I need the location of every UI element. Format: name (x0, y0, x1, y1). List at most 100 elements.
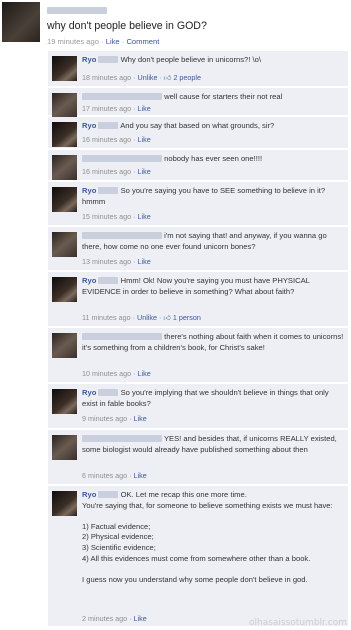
like-link[interactable]: Like (106, 37, 120, 46)
author-link[interactable]: Ryo (82, 276, 96, 285)
like-link[interactable]: Like (134, 614, 147, 623)
post-text: why don't people believe in GOD? (47, 20, 207, 32)
name-redacted (82, 232, 162, 239)
unlike-link[interactable]: Unlike (138, 73, 158, 82)
like-link[interactable]: Like (134, 414, 147, 423)
comment: Ryo OK. Let me recap this one more time.… (48, 486, 348, 627)
comment-text: So you're implying that we shouldn't bel… (82, 388, 329, 408)
avatar[interactable] (52, 491, 77, 516)
avatar[interactable] (52, 277, 77, 302)
comment-meta: 16 minutes ago · Like (82, 167, 151, 176)
name-redacted (98, 277, 119, 284)
avatar[interactable] (52, 389, 77, 414)
separator: · (121, 37, 125, 46)
avatar[interactable] (52, 435, 77, 460)
comment-meta: 11 minutes ago · Unlike · 👍︎ 1 person (82, 313, 201, 322)
name-redacted (98, 491, 119, 498)
comment-time[interactable]: 9 minutes ago (82, 414, 127, 423)
comment-text: nobody has ever seen one!!!! (164, 154, 263, 163)
like-link[interactable]: Like (134, 471, 147, 480)
comment-text: And you say that based on what grounds, … (120, 121, 275, 130)
like-link[interactable]: Like (138, 167, 151, 176)
comment: Ryo Hmm! Ok! Now you're saying you must … (48, 272, 348, 327)
unlike-link[interactable]: Unlike (137, 313, 157, 322)
name-redacted (82, 435, 162, 442)
avatar[interactable] (52, 56, 77, 81)
comment-meta: 10 minutes ago · Like (82, 369, 151, 378)
comment: well cause for starters their not real 1… (48, 88, 348, 118)
name-redacted (98, 187, 119, 194)
comment-body: well cause for starters their not real (82, 92, 344, 103)
comment-meta: 6 minutes ago · Like (82, 471, 147, 480)
comment-time[interactable]: 13 minutes ago (82, 257, 131, 266)
comment-time[interactable]: 10 minutes ago (82, 369, 131, 378)
comment-body: Ryo And you say that based on what groun… (82, 121, 344, 132)
likes-count[interactable]: 1 person (173, 313, 201, 322)
comment-body: there's nothing about faith when it come… (82, 332, 344, 353)
comment-time[interactable]: 16 minutes ago (82, 167, 131, 176)
comment-text: OK. Let me recap this one more time. (120, 490, 247, 499)
comment-body: Ryo OK. Let me recap this one more time.… (82, 490, 344, 585)
avatar[interactable] (52, 155, 77, 180)
comment: Ryo So you're implying that we shouldn't… (48, 384, 348, 429)
author-link[interactable]: Ryo (82, 388, 96, 397)
comment: i'm not saying that! and anyway, if you … (48, 227, 348, 271)
comment-body: nobody has ever seen one!!!! (82, 154, 344, 165)
author-link[interactable]: Ryo (82, 121, 96, 130)
comment-meta: 18 minutes ago · Unlike · 👍︎ 2 people (82, 73, 202, 82)
name-redacted (82, 333, 162, 340)
comment-meta: 16 minutes ago · Like (82, 135, 151, 144)
comment-text: well cause for starters their not real (164, 92, 283, 101)
avatar[interactable] (52, 232, 77, 257)
like-link[interactable]: Like (138, 135, 151, 144)
avatar[interactable] (52, 333, 77, 358)
comment-body: YES! and besides that, if unicorns REALL… (82, 434, 344, 455)
comment-time[interactable]: 17 minutes ago (82, 104, 131, 113)
like-link[interactable]: Like (138, 369, 151, 378)
comment-body: Ryo So you're implying that we shouldn't… (82, 388, 344, 409)
comment-body: Ryo Why don't people believe in unicorns… (82, 55, 344, 66)
comment: Ryo So you're saying you have to SEE som… (48, 182, 348, 226)
comment-time[interactable]: 2 minutes ago (82, 614, 127, 623)
like-link[interactable]: Like (138, 257, 151, 266)
thumbs-up-icon: 👍︎ (163, 73, 172, 82)
name-redacted (98, 122, 119, 129)
comment: Ryo Why don't people believe in unicorns… (48, 51, 348, 87)
author-link[interactable]: Ryo (82, 490, 96, 499)
comment-line: 1) Factual evidence; (82, 521, 151, 531)
post-time[interactable]: 19 minutes ago (47, 37, 99, 46)
comment-time[interactable]: 6 minutes ago (82, 471, 127, 480)
likes-count[interactable]: 2 people (173, 73, 201, 82)
comment: YES! and besides that, if unicorns REALL… (48, 430, 348, 485)
comment-time[interactable]: 18 minutes ago (82, 73, 131, 82)
author-link[interactable]: Ryo (82, 186, 96, 195)
comment-meta: 9 minutes ago · Like (82, 414, 147, 423)
comment-meta: 2 minutes ago · Like (82, 614, 147, 623)
comment-time[interactable]: 11 minutes ago (82, 313, 131, 322)
comment-line: 2) Physical evidence; (82, 532, 154, 542)
comment-time[interactable]: 16 minutes ago (82, 135, 131, 144)
comment: nobody has ever seen one!!!! 16 minutes … (48, 150, 348, 181)
avatar[interactable] (52, 122, 77, 147)
comment-text: So you're saying you have to SEE somethi… (82, 186, 326, 206)
poster-avatar[interactable] (2, 2, 40, 42)
comment: Ryo And you say that based on what groun… (48, 117, 348, 149)
comment-text: Why don't people believe in unicorns?! \… (120, 55, 261, 64)
comment-body: Ryo So you're saying you have to SEE som… (82, 186, 344, 207)
poster-name-redacted (47, 7, 107, 14)
post-meta: 19 minutes ago · Like · Comment (47, 37, 159, 46)
name-redacted (98, 56, 119, 63)
comment-time[interactable]: 15 minutes ago (82, 212, 131, 221)
comment-body: i'm not saying that! and anyway, if you … (82, 231, 344, 252)
comment-body: Ryo Hmm! Ok! Now you're saying you must … (82, 276, 344, 297)
comment-line: 4) All this evidences must come from som… (82, 553, 311, 563)
avatar[interactable] (52, 187, 77, 212)
like-link[interactable]: Like (138, 104, 151, 113)
comment-meta: 15 minutes ago · Like (82, 212, 151, 221)
comment-link[interactable]: Comment (126, 37, 159, 46)
author-link[interactable]: Ryo (82, 55, 96, 64)
comment-meta: 13 minutes ago · Like (82, 257, 151, 266)
avatar[interactable] (52, 93, 77, 118)
like-link[interactable]: Like (138, 212, 151, 221)
thumbs-up-icon: 👍︎ (163, 313, 171, 322)
